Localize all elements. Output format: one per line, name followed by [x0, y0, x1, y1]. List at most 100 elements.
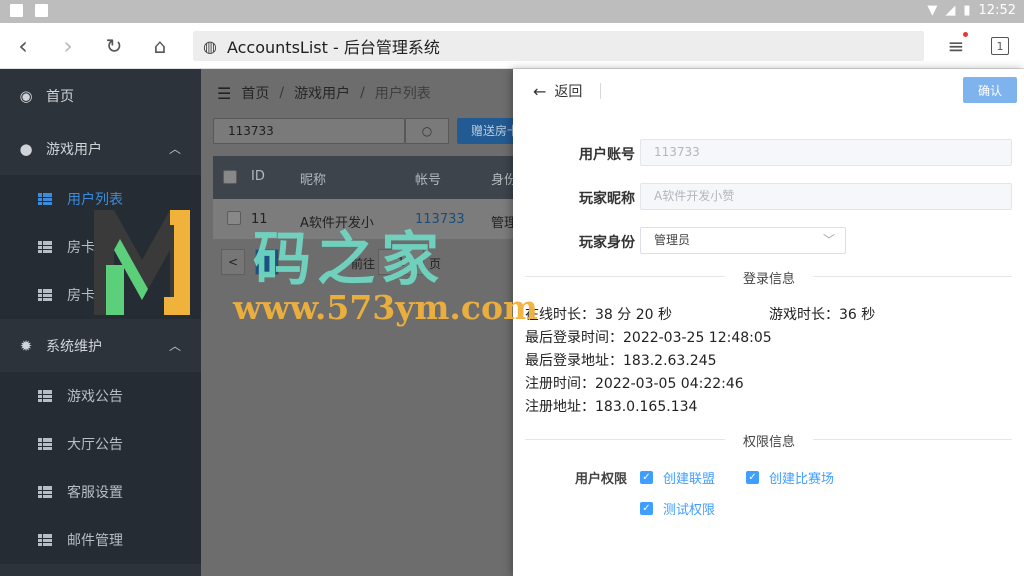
sidebar-item-room-card-log[interactable]: 房卡 [0, 271, 201, 319]
wifi-icon: ▼ [927, 3, 938, 18]
home-icon[interactable]: ⌂ [140, 23, 180, 69]
reload-icon[interactable]: ↻ [94, 23, 134, 69]
globe-icon: ◍ [203, 36, 217, 56]
grid-icon [38, 193, 52, 205]
column-header[interactable]: 身份 [491, 169, 513, 188]
cell-id: 11 [251, 212, 268, 227]
check-icon: ✓ [640, 502, 653, 515]
grid-icon [38, 438, 52, 450]
breadcrumb: ☰ 首页 / 游戏用户 / 用户列表 [217, 83, 431, 103]
goto-label: 前往 [351, 257, 376, 271]
account-row: 用户账号 113733 [513, 139, 1024, 167]
breadcrumb-item[interactable]: 首页 [241, 83, 269, 103]
online-time-value: 38 分 20 秒 [595, 307, 672, 323]
sidebar-item-game-notice[interactable]: 游戏公告 [0, 372, 201, 420]
last-login-time-label: 最后登录时间： [525, 330, 623, 346]
grid-icon [38, 390, 52, 402]
column-header[interactable]: 昵称 [300, 169, 326, 188]
perm-checkbox-label: 创建比赛场 [769, 472, 835, 487]
login-section-title: 登录信息 [725, 268, 814, 287]
sidebar-item-lobby-notice[interactable]: 大厅公告 [0, 420, 201, 468]
cell-account[interactable]: 113733 [415, 212, 465, 227]
collapse-menu-icon[interactable]: ☰ [217, 84, 231, 103]
main-content: ☰ 首页 / 游戏用户 / 用户列表 113733 ○ 赠送房卡 ID 昵称 帐… [201, 69, 513, 576]
confirm-button[interactable]: 确认 [963, 77, 1017, 103]
sidebar-item-service-settings[interactable]: 客服设置 [0, 468, 201, 516]
breadcrumb-item[interactable]: 游戏用户 [294, 83, 350, 103]
game-time-value: 36 秒 [839, 307, 876, 323]
sidebar-group-game-users[interactable]: ● 游戏用户 ︿ [0, 122, 201, 175]
perm-checkbox-test[interactable]: ✓ 测试权限 [640, 499, 715, 518]
reg-time-label: 注册时间： [525, 376, 595, 392]
account-field: 113733 [640, 139, 1012, 166]
clock: 12:52 [978, 3, 1016, 18]
sidebar-item-home[interactable]: ◉ 首页 [0, 69, 201, 122]
online-time-label: 在线时长： [525, 307, 595, 323]
arrow-left-icon: ← [533, 81, 547, 101]
last-login-time-row: 最后登录时间：2022-03-25 12:48:05 [525, 327, 772, 347]
online-time-row: 在线时长：38 分 20 秒 [525, 304, 672, 324]
sidebar-item-room-card[interactable]: 房卡 [0, 223, 201, 271]
check-icon: ✓ [746, 471, 759, 484]
perm-checkbox-create-union[interactable]: ✓ 创建联盟 [640, 468, 715, 487]
sidebar-item-label: 房卡 [67, 240, 95, 256]
nickname-label: 玩家昵称 [579, 191, 635, 207]
text-notification-icon [35, 4, 48, 17]
cell-role: 管理 [491, 216, 513, 231]
sidebar-item-user-list[interactable]: 用户列表 [0, 175, 201, 223]
sidebar-item-label: 首页 [46, 88, 74, 105]
tab-count-button[interactable]: 1 [991, 37, 1009, 55]
gallery-notification-icon [10, 4, 23, 17]
sidebar-item-label: 游戏公告 [67, 389, 123, 405]
gift-card-button[interactable]: 赠送房卡 [457, 118, 513, 144]
forward-arrow-icon[interactable]: › [48, 23, 88, 69]
grid-icon [38, 289, 52, 301]
sidebar-item-label: 邮件管理 [67, 533, 123, 549]
sidebar-group-system[interactable]: ✹ 系统维护 ︿ [0, 319, 201, 372]
role-select-value: 管理员 [654, 233, 691, 247]
role-select[interactable]: 管理员 ﹀ [640, 227, 846, 254]
breadcrumb-separator: / [360, 85, 365, 101]
grid-icon [38, 241, 52, 253]
last-login-addr-row: 最后登录地址：183.2.63.245 [525, 350, 717, 370]
nickname-row: 玩家昵称 A软件开发小赞 [513, 183, 1024, 211]
column-header[interactable]: 帐号 [415, 169, 441, 188]
reg-addr-label: 注册地址： [525, 399, 595, 415]
select-all-checkbox[interactable] [223, 170, 237, 184]
row-checkbox[interactable] [227, 211, 241, 225]
column-header[interactable]: ID [251, 169, 265, 184]
search-button[interactable]: ○ [405, 118, 449, 144]
current-page-button[interactable] [255, 249, 279, 275]
signal-icon: ◢ [945, 3, 956, 18]
perm-checkbox-label: 创建联盟 [663, 472, 716, 487]
url-bar[interactable]: ◍ AccountsList - 后台管理系统 [193, 31, 924, 61]
grid-icon [38, 486, 52, 498]
browser-toolbar: ‹ › ↻ ⌂ ◍ AccountsList - 后台管理系统 ≡ 1 [0, 23, 1024, 69]
sidebar-item-label: 用户列表 [67, 192, 123, 208]
sidebar-item-label: 房卡 [67, 288, 95, 304]
role-label: 玩家身份 [579, 235, 635, 251]
cell-nickname: A软件开发小 [300, 216, 374, 231]
user-icon: ● [19, 139, 33, 158]
prev-page-button[interactable]: < [221, 249, 245, 275]
status-bar: ▼ ◢ ▮ 12:52 [0, 0, 1024, 23]
search-input[interactable]: 113733 [213, 118, 405, 144]
back-arrow-icon[interactable]: ‹ [3, 23, 43, 69]
grid-icon [38, 534, 52, 546]
sidebar-item-mail[interactable]: 邮件管理 [0, 516, 201, 564]
reg-time-value: 2022-03-05 04:22:46 [595, 376, 744, 392]
table-row[interactable]: 11 A软件开发小 113733 管理 [213, 199, 513, 239]
menu-icon[interactable]: ≡ [936, 23, 976, 69]
reg-addr-value: 183.0.165.134 [595, 399, 698, 415]
dashboard-icon: ◉ [19, 86, 33, 105]
perm-checkbox-create-match[interactable]: ✓ 创建比赛场 [746, 468, 834, 487]
goto-page-input[interactable]: 1 [378, 249, 424, 275]
back-button[interactable]: ← 返回 [533, 81, 582, 101]
back-label: 返回 [554, 84, 583, 100]
last-login-time-value: 2022-03-25 12:48:05 [623, 330, 772, 346]
sidebar-item-label: 客服设置 [67, 485, 123, 501]
url-text: AccountsList - 后台管理系统 [226, 38, 440, 57]
breadcrumb-separator: / [279, 85, 285, 101]
last-login-addr-label: 最后登录地址： [525, 353, 623, 369]
page-label: 页 [429, 257, 442, 271]
